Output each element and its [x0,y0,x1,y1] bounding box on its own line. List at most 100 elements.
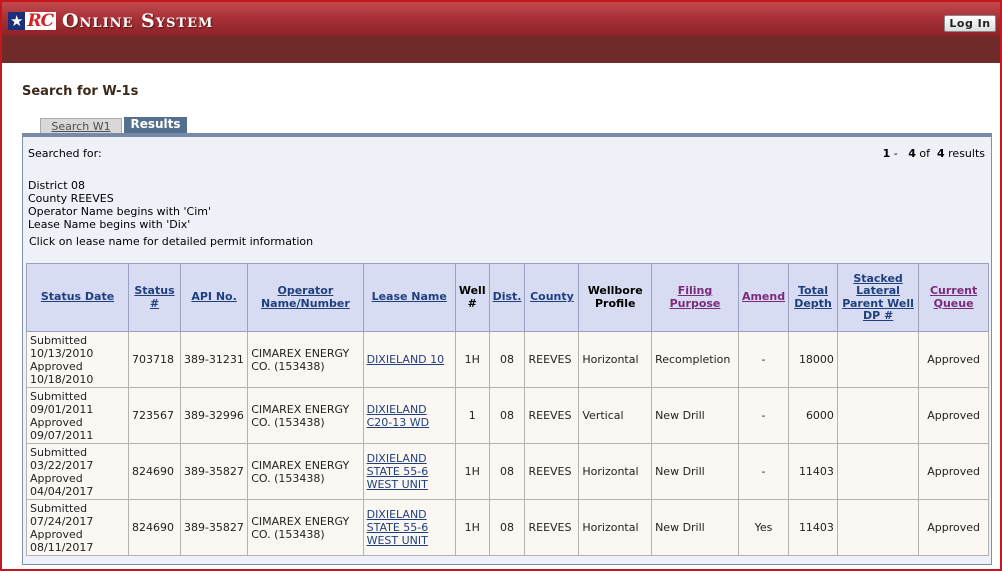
dist-cell: 08 [488,331,526,388]
col-amend[interactable]: Amend [737,263,790,332]
sort-queue-link[interactable]: Current Queue [930,284,977,310]
col-status-num[interactable]: Status # [128,263,181,332]
approved-label: Approved [30,527,83,541]
well-num-cell: 1H [454,443,490,500]
nav-bar [2,36,1000,63]
sort-lease-name-link[interactable]: Lease Name [372,290,447,304]
wellbore-cell: Horizontal [578,443,653,500]
dist-cell: 08 [488,499,526,556]
amend-cell: Yes [737,499,790,556]
range-separator: - [893,147,898,160]
api-no-cell: 389-32996 [179,387,249,444]
approved-label: Approved [30,471,83,485]
login-button[interactable]: Log In [944,15,996,32]
queue-cell: Approved [918,387,989,444]
col-api-no[interactable]: API No. [179,263,249,332]
operator-cell: CIMAREX ENERGY CO. (153438) [247,387,364,444]
approved-label: Approved [30,415,83,429]
logo-text: RC [25,12,57,30]
total-count: 4 [936,147,945,160]
dist-cell: 08 [488,443,526,500]
range-start: 1 [882,147,891,160]
api-no-cell: 389-31231 [179,331,249,388]
col-lease-name[interactable]: Lease Name [362,263,456,332]
col-queue[interactable]: Current Queue [918,263,989,332]
tab-results[interactable]: Results [124,117,187,133]
col-county[interactable]: County [524,263,580,332]
wellbore-cell: Horizontal [578,331,653,388]
lease-name-cell: DIXIELAND STATE 55-6 WEST UNIT [362,443,456,500]
status-date-cell: Submitted 07/24/2017 Approved 08/11/2017 [25,499,130,556]
lease-name-link[interactable]: DIXIELAND C20-13 WD [367,403,430,429]
stacked-cell [836,387,920,444]
well-num-cell: 1H [454,499,490,556]
dist-cell: 08 [488,387,526,444]
sort-county-link[interactable]: County [530,290,574,304]
total-depth-cell: 6000 [788,387,838,444]
col-status-date[interactable]: Status Date [25,263,130,332]
table-row: Submitted 09/01/2011 Approved 09/07/2011… [25,387,989,444]
status-date-cell: Submitted 09/01/2011 Approved 09/07/2011 [25,387,130,444]
lease-name-cell: DIXIELAND 10 [362,331,456,388]
well-num-cell: 1 [454,387,490,444]
sort-operator-link[interactable]: Operator Name/Number [261,284,350,310]
queue-cell: Approved [918,331,989,388]
sort-filing-link[interactable]: Filing Purpose [670,284,721,310]
app-title: Online System [62,10,214,32]
criteria-operator: Operator Name begins with 'Cim' [28,205,212,218]
table-header-row: Status Date Status # API No. Operator Na… [25,263,989,332]
wellbore-cell: Horizontal [578,499,653,556]
queue-cell: Approved [918,443,989,500]
page-title: Search for W-1s [22,84,139,99]
col-operator[interactable]: Operator Name/Number [247,263,364,332]
lease-name-link[interactable]: DIXIELAND STATE 55-6 WEST UNIT [367,508,429,547]
status-date-cell: Submitted 03/22/2017 Approved 04/04/2017 [25,443,130,500]
instruction-text: Click on lease name for detailed permit … [29,235,314,248]
sort-dist-link[interactable]: Dist. [493,290,522,304]
col-dist[interactable]: Dist. [488,263,526,332]
sort-amend-link[interactable]: Amend [742,290,785,304]
header-banner: ★ RC Online System Log In [2,2,1000,36]
total-depth-cell: 18000 [788,331,838,388]
rrc-logo[interactable]: ★ RC [8,11,57,31]
submitted-label: Submitted [30,501,88,515]
col-stacked[interactable]: Stacked Lateral Parent Well DP # [836,263,920,332]
col-total-depth[interactable]: Total Depth [788,263,838,332]
sort-status-date-link[interactable]: Status Date [41,290,114,304]
well-num-cell: 1H [454,331,490,388]
lease-name-link[interactable]: DIXIELAND 10 [367,353,445,366]
county-cell: REEVES [524,499,580,556]
county-cell: REEVES [524,331,580,388]
filing-cell: Recompletion [651,331,739,388]
tab-search-w1[interactable]: Search W1 [40,118,122,134]
criteria-district: District 08 [28,179,86,192]
sort-total-depth-link[interactable]: Total Depth [794,284,832,310]
operator-cell: CIMAREX ENERGY CO. (153438) [247,499,364,556]
results-panel: Searched for: 1 - 4 of 4 results Distric… [22,133,992,565]
results-label: results [948,147,985,160]
col-wellbore: Wellbore Profile [578,263,653,332]
lease-name-cell: DIXIELAND C20-13 WD [362,387,456,444]
star-icon: ★ [8,12,26,30]
criteria-lease: Lease Name begins with 'Dix' [28,218,191,231]
stacked-cell [836,443,920,500]
total-depth-cell: 11403 [788,499,838,556]
approved-date: 04/04/2017 [30,484,94,498]
sort-stacked-link[interactable]: Stacked Lateral Parent Well DP # [842,272,914,323]
results-table: Status Date Status # API No. Operator Na… [25,263,989,556]
amend-cell: - [737,387,790,444]
lease-name-cell: DIXIELAND STATE 55-6 WEST UNIT [362,499,456,556]
sort-status-num-link[interactable]: Status # [134,284,174,310]
api-no-cell: 389-35827 [179,499,249,556]
queue-cell: Approved [918,499,989,556]
col-filing[interactable]: Filing Purpose [651,263,739,332]
status-num-cell: 703718 [128,331,181,388]
amend-cell: - [737,443,790,500]
submitted-label: Submitted [30,389,88,403]
sort-api-no-link[interactable]: API No. [191,290,236,304]
lease-name-link[interactable]: DIXIELAND STATE 55-6 WEST UNIT [367,452,429,491]
approved-label: Approved [30,359,83,373]
stacked-cell [836,331,920,388]
amend-cell: - [737,331,790,388]
searched-for-label: Searched for: [28,147,102,160]
